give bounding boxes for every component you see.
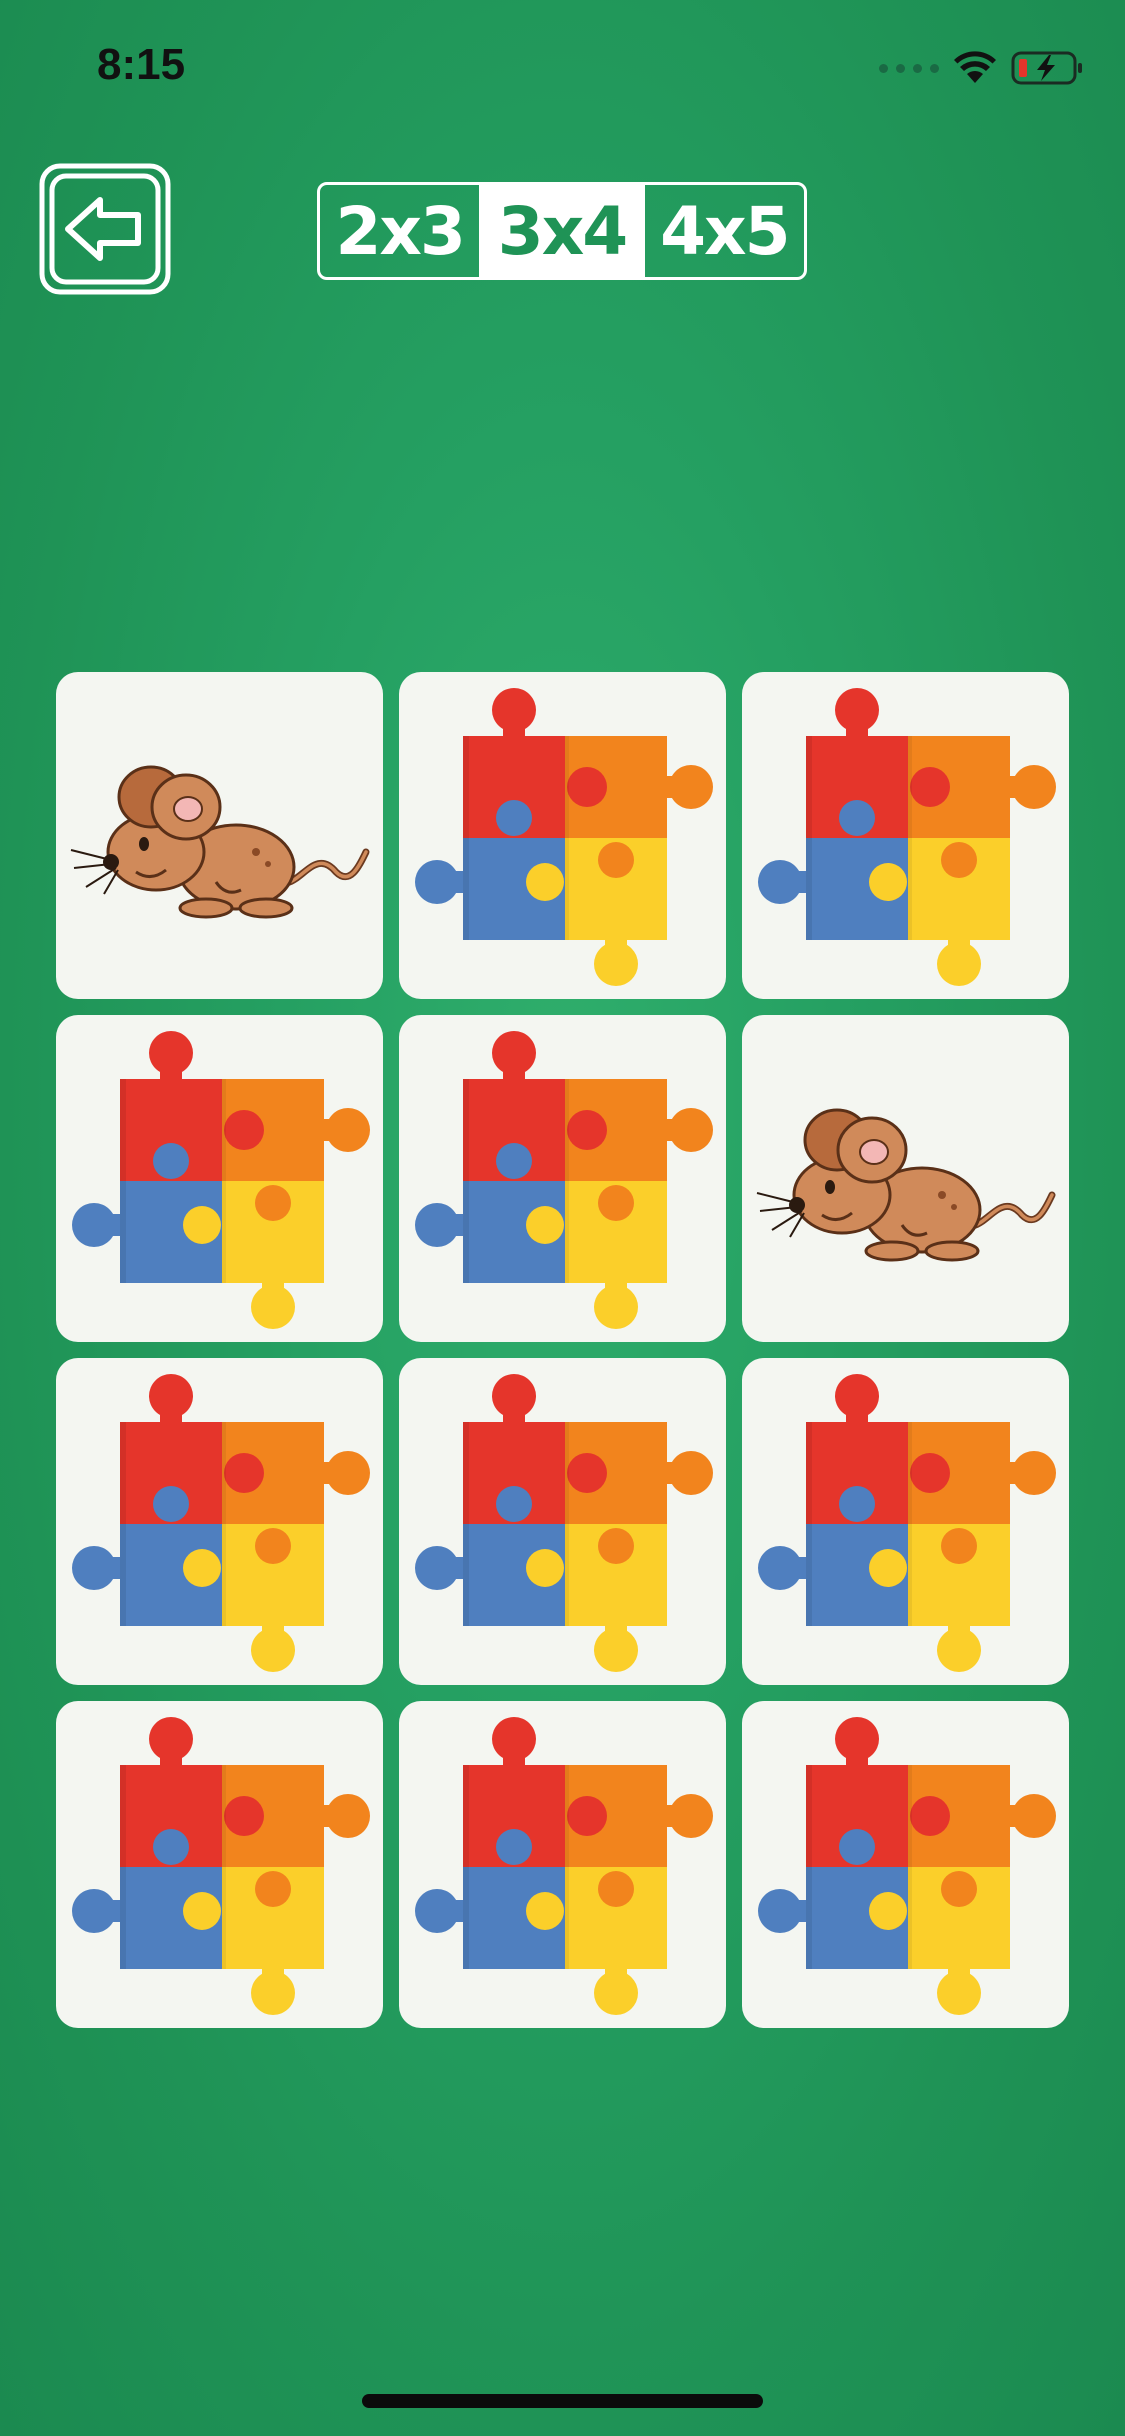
puzzle-pieces-icon bbox=[758, 1374, 1056, 1672]
grid-size-selector: 2x3 3x4 4x5 bbox=[317, 182, 807, 280]
status-time: 8:15 bbox=[97, 40, 186, 89]
puzzle-pieces-icon bbox=[415, 688, 713, 986]
memory-card-face-down[interactable] bbox=[56, 1015, 383, 1342]
home-indicator bbox=[362, 2394, 763, 2408]
grid-option-3x4[interactable]: 3x4 bbox=[482, 185, 645, 277]
puzzle-pieces-icon bbox=[758, 1717, 1056, 2015]
memory-card-face-down[interactable] bbox=[742, 1358, 1069, 1685]
puzzle-pieces-icon bbox=[415, 1717, 713, 2015]
status-bar: 8:15 bbox=[0, 0, 1125, 140]
memory-card-face-down[interactable] bbox=[742, 1701, 1069, 2028]
wifi-icon bbox=[954, 51, 996, 83]
memory-card-face-down[interactable] bbox=[399, 672, 726, 999]
memory-card-face-up[interactable] bbox=[742, 1015, 1069, 1342]
memory-card-grid bbox=[56, 672, 1069, 2028]
memory-card-face-up[interactable] bbox=[56, 672, 383, 999]
memory-card-face-down[interactable] bbox=[56, 1701, 383, 2028]
back-button[interactable] bbox=[38, 162, 172, 296]
puzzle-pieces-icon bbox=[758, 688, 1056, 986]
memory-card-face-down[interactable] bbox=[399, 1015, 726, 1342]
cellular-signal-icon bbox=[879, 63, 939, 73]
memory-card-face-down[interactable] bbox=[56, 1358, 383, 1685]
memory-card-face-down[interactable] bbox=[742, 672, 1069, 999]
puzzle-pieces-icon bbox=[72, 1031, 370, 1329]
status-icons bbox=[879, 48, 1085, 88]
memory-card-face-down[interactable] bbox=[399, 1358, 726, 1685]
puzzle-pieces-icon bbox=[72, 1374, 370, 1672]
grid-option-2x3[interactable]: 2x3 bbox=[320, 185, 483, 277]
mouse-icon bbox=[756, 1108, 1056, 1262]
battery-charging-icon bbox=[1011, 51, 1082, 85]
puzzle-pieces-icon bbox=[415, 1374, 713, 1672]
back-arrow-icon bbox=[39, 163, 171, 295]
puzzle-pieces-icon bbox=[415, 1031, 713, 1329]
memory-card-face-down[interactable] bbox=[399, 1701, 726, 2028]
puzzle-pieces-icon bbox=[72, 1717, 370, 2015]
mouse-icon bbox=[70, 765, 370, 919]
grid-option-4x5[interactable]: 4x5 bbox=[645, 185, 804, 277]
